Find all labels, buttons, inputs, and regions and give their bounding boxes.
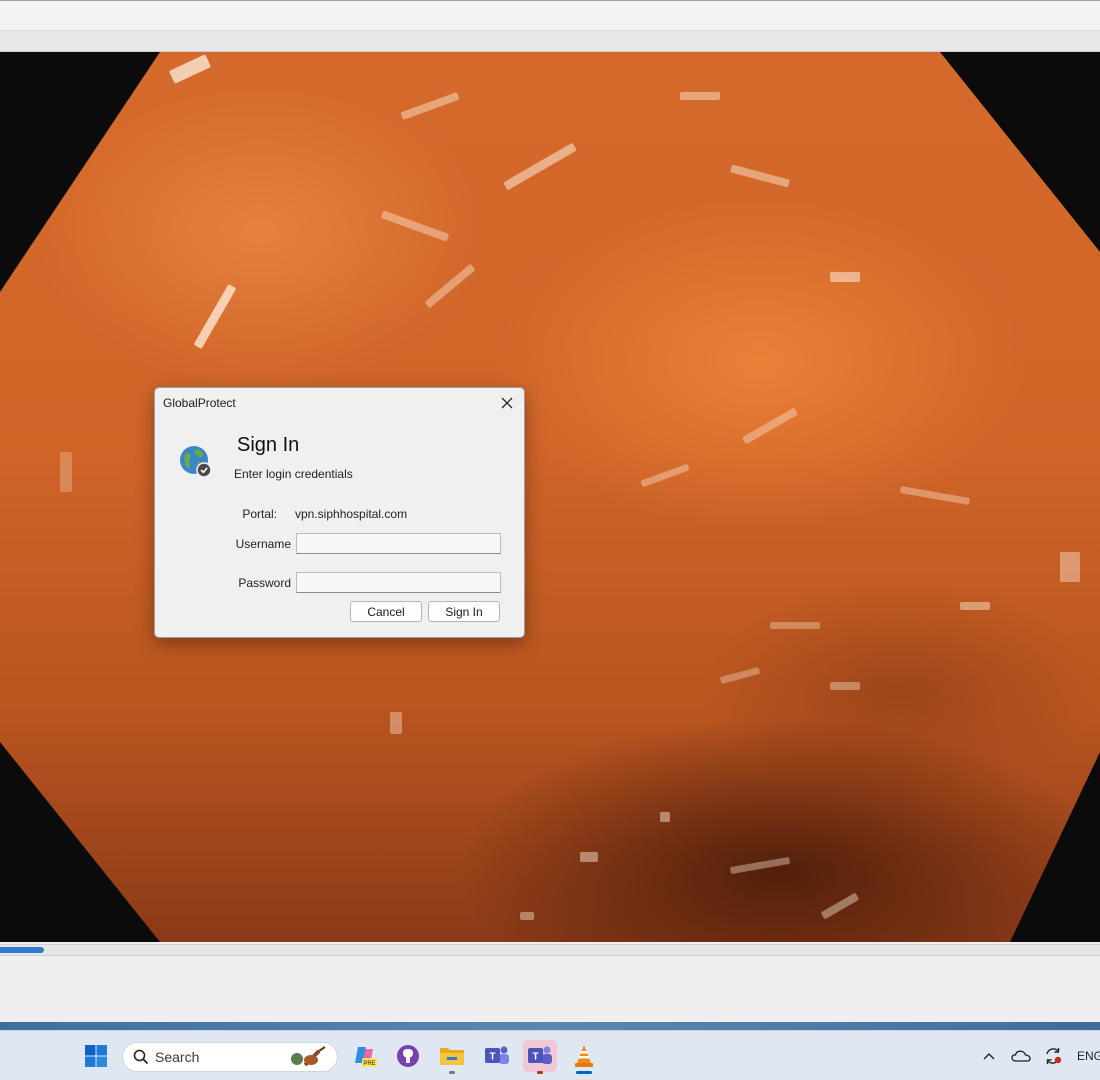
highlight-speck	[899, 485, 971, 506]
highlight-speck	[168, 54, 212, 84]
highlight-speck	[193, 283, 237, 350]
highlight-speck	[680, 92, 720, 100]
teams-icon[interactable]: T	[523, 1040, 557, 1074]
vlc-icon[interactable]	[567, 1040, 601, 1074]
highlight-speck	[660, 812, 670, 822]
password-label: Password	[238, 576, 291, 590]
seek-bar[interactable]	[0, 944, 1100, 956]
dialog-title: GlobalProtect	[163, 396, 236, 410]
highlight-speck	[640, 463, 690, 488]
highlight-speck	[60, 452, 72, 492]
seek-bar-fill	[0, 947, 44, 953]
search-placeholder: Search	[155, 1049, 200, 1065]
highlight-speck	[742, 407, 798, 445]
cancel-button[interactable]: Cancel	[350, 601, 422, 622]
highlight-speck	[424, 263, 476, 309]
username-label: Username	[235, 537, 291, 551]
username-field[interactable]	[296, 533, 501, 554]
highlight-speck	[1060, 552, 1080, 582]
close-icon[interactable]	[496, 392, 518, 414]
highlight-speck	[503, 142, 577, 191]
teams-classic-icon[interactable]: T	[480, 1040, 514, 1072]
highlight-speck	[820, 892, 860, 920]
svg-text:PRE: PRE	[363, 1061, 375, 1067]
highlight-speck	[719, 666, 761, 685]
highlight-speck	[400, 91, 460, 121]
highlight-speck	[830, 682, 860, 690]
taskbar-search[interactable]: Search	[122, 1042, 338, 1072]
svg-text:T: T	[489, 1052, 495, 1063]
globe-shield-icon	[179, 445, 213, 479]
highlight-speck	[390, 712, 402, 734]
running-indicator	[449, 1071, 455, 1074]
start-icon[interactable]	[79, 1040, 113, 1072]
highlight-speck	[729, 856, 791, 875]
github-desktop-icon[interactable]	[391, 1040, 425, 1072]
highlight-speck	[729, 164, 791, 188]
file-explorer-icon[interactable]	[435, 1040, 469, 1074]
copilot-pre-icon[interactable]: PRE	[348, 1040, 382, 1072]
highlight-speck	[770, 622, 820, 629]
language-indicator[interactable]: ENG	[1077, 1041, 1100, 1071]
svg-text:T: T	[532, 1052, 538, 1063]
highlight-speck	[960, 602, 990, 610]
dialog-heading: Sign In	[237, 434, 300, 456]
search-icon	[133, 1049, 149, 1065]
search-highlight-icon	[285, 1045, 329, 1069]
chevron-up-icon[interactable]	[978, 1041, 1000, 1071]
onedrive-icon[interactable]	[1010, 1041, 1032, 1071]
highlight-speck	[380, 210, 450, 242]
dialog-subheading: Enter login credentials	[234, 467, 353, 481]
desktop-strip	[0, 1022, 1100, 1030]
globalprotect-dialog: GlobalProtect Sign In Enter login creden…	[154, 387, 525, 638]
window-title-bar	[0, 0, 1100, 30]
highlight-speck	[520, 912, 534, 920]
password-field[interactable]	[296, 572, 501, 593]
window-menu-bar	[0, 30, 1100, 52]
taskbar: Search PRE T T ENG	[0, 1030, 1100, 1080]
running-indicator	[537, 1071, 543, 1074]
sign-in-button[interactable]: Sign In	[428, 601, 500, 622]
portal-label: Portal:	[242, 507, 277, 521]
player-controls-area	[0, 956, 1100, 1022]
portal-value: vpn.siphhospital.com	[295, 507, 408, 521]
sync-icon[interactable]	[1041, 1041, 1065, 1071]
highlight-speck	[580, 852, 598, 862]
running-indicator	[576, 1071, 592, 1074]
highlight-speck	[830, 272, 860, 282]
